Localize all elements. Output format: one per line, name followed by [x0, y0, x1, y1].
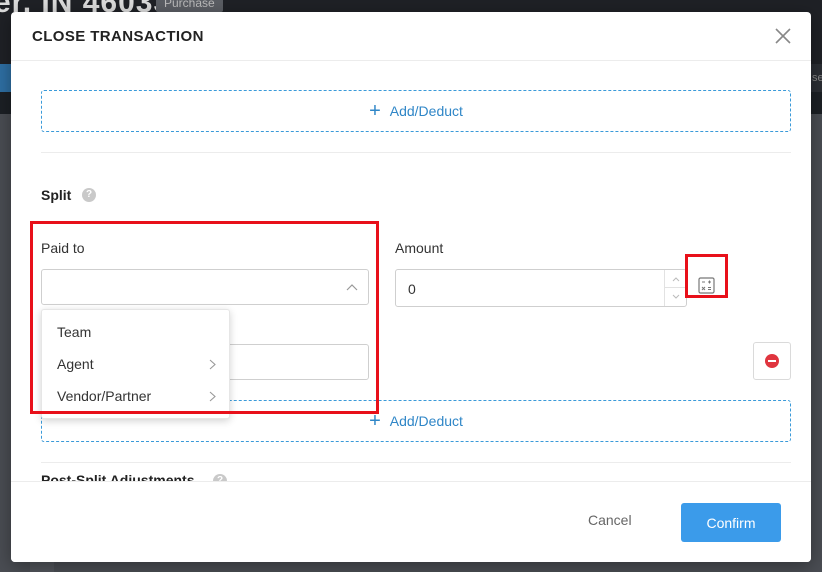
add-deduct-button-top[interactable]: + Add/Deduct: [41, 90, 791, 132]
add-deduct-label: Add/Deduct: [389, 413, 463, 429]
highlight-box-calculator: [685, 254, 728, 298]
post-split-section-title: Post-Split Adjustments: [41, 472, 195, 481]
help-icon[interactable]: ?: [213, 474, 227, 481]
add-deduct-label: Add/Deduct: [389, 103, 463, 119]
amount-value: 0: [408, 281, 416, 297]
amount-stepper: [664, 270, 687, 306]
cancel-button[interactable]: Cancel: [588, 512, 632, 528]
split-section-title: Split: [41, 187, 72, 203]
modal-title: CLOSE TRANSACTION: [32, 28, 204, 45]
modal-header: CLOSE TRANSACTION: [11, 12, 811, 61]
chevron-down-icon: [672, 294, 680, 299]
modal-footer: Cancel Confirm: [11, 481, 811, 562]
stepper-down-button[interactable]: [665, 288, 687, 306]
confirm-button[interactable]: Confirm: [681, 503, 781, 542]
stepper-up-button[interactable]: [665, 270, 687, 288]
amount-input[interactable]: 0: [395, 269, 687, 307]
chevron-up-icon: [672, 276, 680, 281]
background-tab-label: se: [812, 72, 822, 84]
help-icon[interactable]: ?: [82, 188, 96, 202]
amount-label: Amount: [395, 240, 444, 256]
remove-split-button[interactable]: [753, 342, 791, 380]
divider: [41, 462, 791, 463]
close-icon[interactable]: [773, 26, 793, 46]
plus-icon: +: [369, 410, 381, 432]
plus-icon: +: [369, 100, 381, 122]
divider: [41, 152, 791, 153]
background-status-badge: Purchase: [156, 0, 223, 12]
highlight-box-paid-to: [30, 221, 379, 414]
remove-icon: [765, 354, 779, 368]
